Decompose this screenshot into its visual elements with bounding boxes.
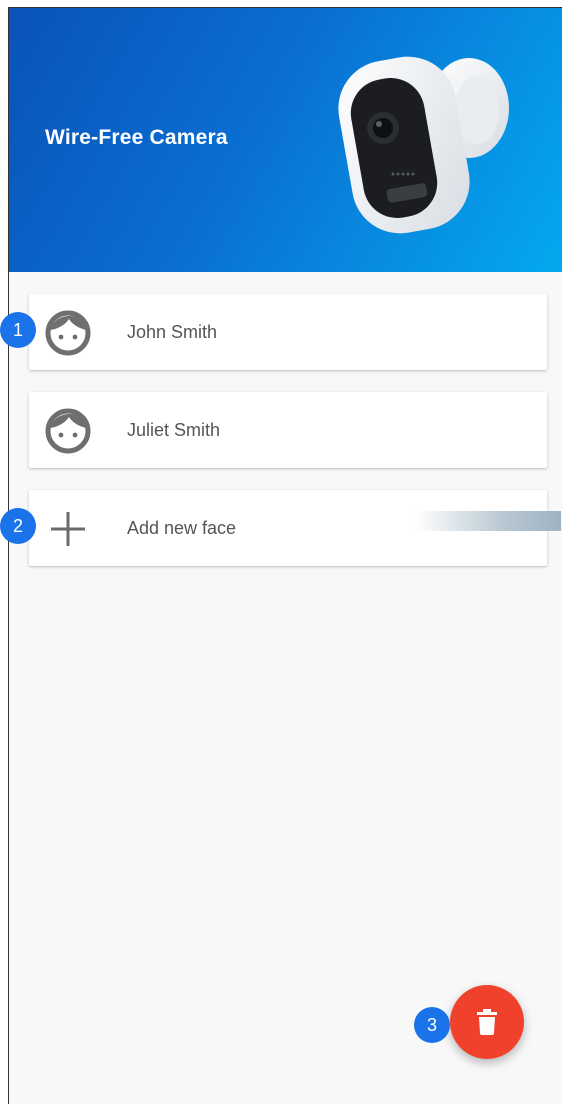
add-new-face-label: Add new face [127,518,237,538]
plus-icon [51,512,85,546]
face-icon [45,408,91,454]
annotation-badge-2: 2 [0,508,36,544]
page-title: Wire-Free Camera [45,126,228,149]
face-card-juliet-smith[interactable]: Juliet Smith [29,392,547,468]
face-name: John Smith [127,322,218,342]
face-icon [45,310,91,356]
add-new-face-button[interactable]: Add new face [29,490,561,566]
swipe-hint [415,511,561,531]
face-name: Juliet Smith [127,420,221,440]
delete-button[interactable] [450,985,524,1059]
app-screen: Wire-Free Camera John Smith Juliet Smith… [8,7,562,1104]
faces-list: John Smith Juliet Smith Add new face [29,294,561,588]
annotation-badge-1: 1 [0,312,36,348]
header-banner: Wire-Free Camera [9,8,562,272]
camera-icon [338,56,509,234]
trash-icon [477,1009,497,1035]
face-card-john-smith[interactable]: John Smith [29,294,547,370]
annotation-badge-3: 3 [414,1007,450,1043]
